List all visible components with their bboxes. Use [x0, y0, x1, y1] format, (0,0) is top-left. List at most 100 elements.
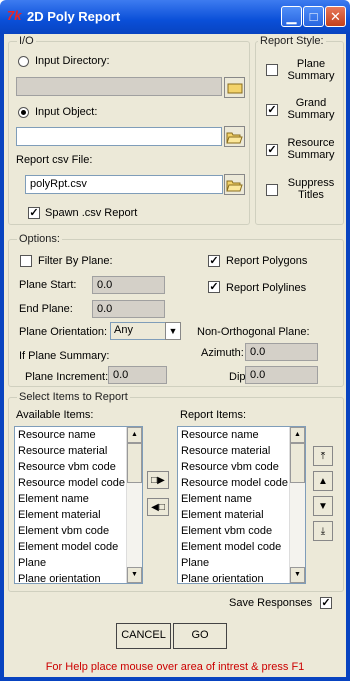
plane-increment-field[interactable]: 0.0: [108, 366, 167, 384]
list-item[interactable]: Element name: [15, 491, 142, 507]
report-csv-label: Report csv File:: [16, 154, 93, 166]
chevron-down-icon: ▼: [168, 326, 178, 336]
scroll-up-arrow[interactable]: ▲: [127, 427, 142, 443]
list-item[interactable]: Resource model code: [15, 475, 142, 491]
plane-orientation-dropdown[interactable]: ▼: [165, 322, 181, 340]
list-item[interactable]: Resource model code: [178, 475, 305, 491]
input-object-field[interactable]: [16, 127, 222, 146]
title-bar: 7k 2D Poly Report ▁ □ ✕: [0, 0, 350, 34]
list-item[interactable]: Plane orientation: [178, 571, 305, 583]
filter-by-plane-checkbox[interactable]: [20, 255, 32, 267]
end-plane-field[interactable]: 0.0: [92, 300, 165, 318]
if-plane-summary-label: If Plane Summary:: [19, 350, 110, 362]
move-right-icon: □▶: [151, 474, 165, 486]
non-orthogonal-label: Non-Orthogonal Plane:: [197, 326, 310, 338]
resource-summary-checkbox[interactable]: ✓: [266, 144, 278, 156]
move-up-icon: ▲: [318, 475, 328, 487]
move-to-bottom-icon: ⤓: [320, 525, 326, 537]
input-directory-field[interactable]: [16, 77, 222, 96]
filter-by-plane-label: Filter By Plane:: [38, 255, 113, 267]
report-polygons-label: Report Polygons: [226, 255, 308, 267]
input-directory-label: Input Directory:: [35, 55, 110, 67]
list-item[interactable]: Resource vbm code: [178, 459, 305, 475]
input-object-radio[interactable]: [18, 107, 29, 118]
available-items-list[interactable]: Resource name Resource material Resource v…: [14, 426, 143, 584]
plane-summary-label: Plane Summary: [287, 58, 335, 82]
move-down-button[interactable]: ▼: [313, 496, 333, 516]
dialog-client: I/O Input Directory: Input Object: Repor…: [4, 34, 346, 677]
list-item[interactable]: Resource material: [178, 443, 305, 459]
report-polylines-checkbox[interactable]: ✓: [208, 281, 220, 293]
list-item[interactable]: Resource material: [15, 443, 142, 459]
list-item[interactable]: Plane: [178, 555, 305, 571]
report-items-list[interactable]: Resource name Resource material Resource v…: [177, 426, 306, 584]
move-to-top-icon: ⤒: [320, 450, 326, 462]
move-left-icon: ◀□: [151, 501, 165, 513]
plane-start-label: Plane Start:: [19, 279, 77, 291]
list-item[interactable]: Element model code: [178, 539, 305, 555]
list-item[interactable]: Resource vbm code: [15, 459, 142, 475]
list-item[interactable]: Plane: [15, 555, 142, 571]
cancel-button[interactable]: CANCEL: [116, 623, 171, 649]
browse-object-button[interactable]: [224, 126, 245, 147]
input-directory-radio[interactable]: [18, 56, 29, 67]
list-item[interactable]: Resource name: [15, 427, 142, 443]
plane-start-field[interactable]: 0.0: [92, 276, 165, 294]
list-item[interactable]: Element material: [178, 507, 305, 523]
maximize-button[interactable]: □: [303, 6, 324, 27]
available-items-scrollbar[interactable]: ▲ ▼: [126, 427, 142, 583]
remove-item-button[interactable]: ◀□: [147, 498, 169, 516]
report-items-scrollbar[interactable]: ▲ ▼: [289, 427, 305, 583]
move-down-icon: ▼: [318, 500, 328, 512]
scroll-up-arrow[interactable]: ▲: [290, 427, 305, 443]
suppress-titles-label: Suppress Titles: [287, 177, 335, 201]
open-folder-icon: [226, 180, 243, 191]
report-items-label: Report Items:: [180, 409, 247, 421]
azimuth-field[interactable]: 0.0: [245, 343, 318, 361]
list-item[interactable]: Plane orientation: [15, 571, 142, 583]
close-icon: ✕: [330, 9, 341, 24]
move-up-button[interactable]: ▲: [313, 471, 333, 491]
browse-csv-button[interactable]: [224, 174, 245, 195]
suppress-titles-checkbox[interactable]: [266, 184, 278, 196]
plane-increment-label: Plane Increment:: [25, 371, 109, 383]
list-item[interactable]: Element vbm code: [15, 523, 142, 539]
add-item-button[interactable]: □▶: [147, 471, 169, 489]
dip-field[interactable]: 0.0: [245, 366, 318, 384]
azimuth-label: Azimuth:: [201, 347, 244, 359]
app-icon: 7k: [7, 8, 22, 23]
browse-directory-button[interactable]: [224, 77, 245, 98]
io-legend: I/O: [17, 35, 36, 47]
plane-orientation-select[interactable]: Any: [110, 322, 171, 340]
list-item[interactable]: Element model code: [15, 539, 142, 555]
grand-summary-label: Grand Summary: [287, 97, 335, 121]
scroll-down-arrow[interactable]: ▼: [290, 567, 305, 583]
move-top-button[interactable]: ⤒: [313, 446, 333, 466]
save-responses-checkbox[interactable]: ✓: [320, 597, 332, 609]
report-polygons-checkbox[interactable]: ✓: [208, 255, 220, 267]
window-title: 2D Poly Report: [27, 9, 121, 24]
report-polylines-label: Report Polylines: [226, 282, 307, 294]
list-item[interactable]: Resource name: [178, 427, 305, 443]
spawn-csv-checkbox[interactable]: ✓: [28, 207, 40, 219]
scroll-thumb[interactable]: [127, 443, 142, 483]
move-bottom-button[interactable]: ⤓: [313, 521, 333, 541]
list-item[interactable]: Element material: [15, 507, 142, 523]
go-button[interactable]: GO: [173, 623, 227, 649]
available-items-label: Available Items:: [16, 409, 94, 421]
close-button[interactable]: ✕: [325, 6, 346, 27]
scroll-thumb[interactable]: [290, 443, 305, 483]
minimize-button[interactable]: ▁: [281, 6, 302, 27]
spawn-csv-label: Spawn .csv Report: [45, 207, 138, 219]
minimize-icon: ▁: [286, 9, 297, 24]
save-responses-label: Save Responses: [229, 597, 313, 609]
plane-summary-checkbox[interactable]: [266, 64, 278, 76]
list-item[interactable]: Element vbm code: [178, 523, 305, 539]
list-item[interactable]: Element name: [178, 491, 305, 507]
select-items-legend: Select Items to Report: [17, 391, 130, 403]
report-csv-field[interactable]: polyRpt.csv: [25, 175, 223, 194]
scroll-down-arrow[interactable]: ▼: [127, 567, 142, 583]
report-style-legend: Report Style:: [258, 35, 326, 47]
grand-summary-checkbox[interactable]: ✓: [266, 104, 278, 116]
folder-icon: [227, 83, 242, 94]
